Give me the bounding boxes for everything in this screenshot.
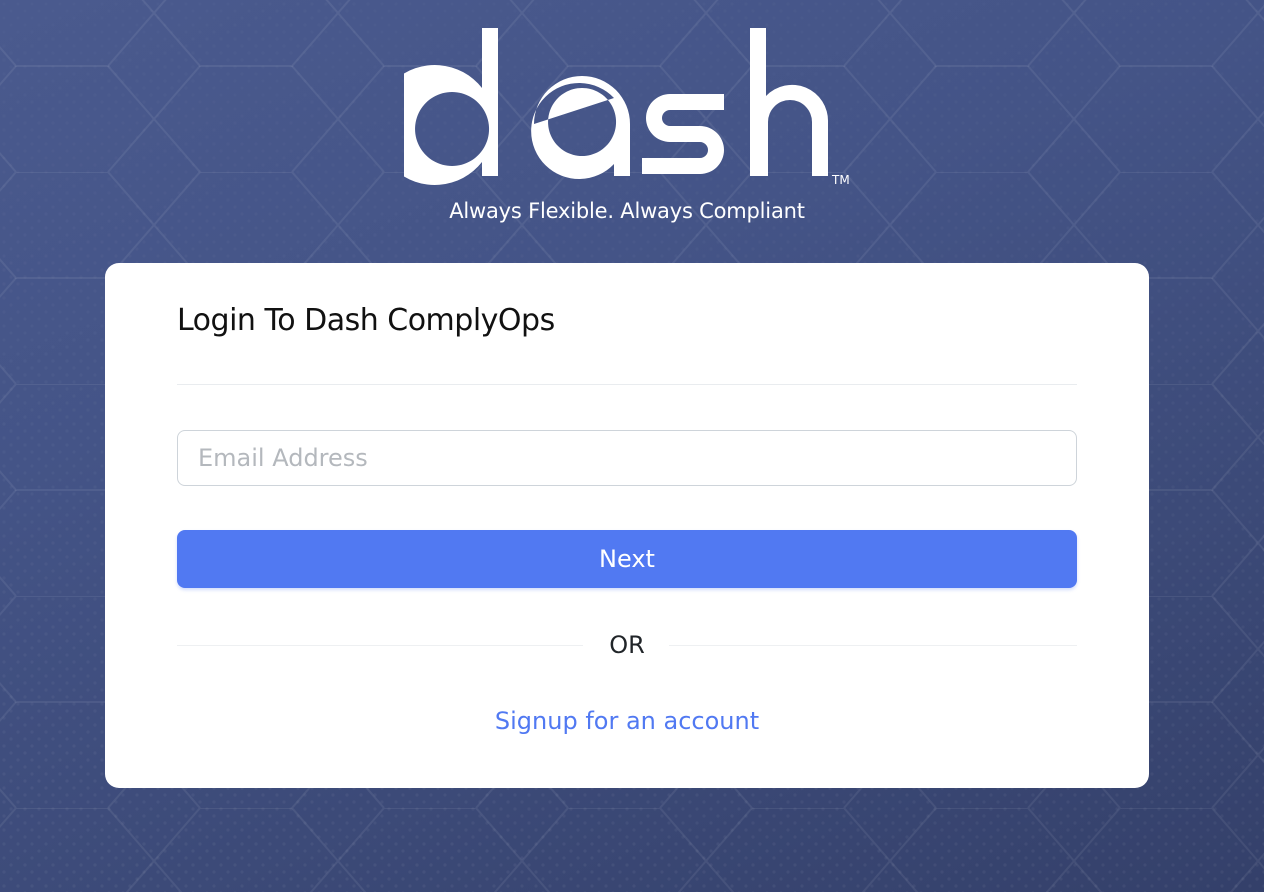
next-button[interactable]: Next xyxy=(177,530,1077,588)
login-card: Login To Dash ComplyOps Next OR Signup f… xyxy=(105,263,1149,788)
login-title: Login To Dash ComplyOps xyxy=(177,303,555,338)
tagline: Always Flexible. Always Compliant xyxy=(449,199,805,223)
or-separator: OR xyxy=(177,628,1077,664)
dash-logo: TM xyxy=(404,28,850,187)
trademark-mark: TM xyxy=(831,173,850,187)
signup-link[interactable]: Signup for an account xyxy=(177,707,1077,735)
email-input[interactable] xyxy=(177,430,1077,486)
or-line-right xyxy=(669,645,1077,646)
title-divider xyxy=(177,384,1077,385)
brand-header: TM Always Flexible. Always Compliant xyxy=(0,0,1264,250)
